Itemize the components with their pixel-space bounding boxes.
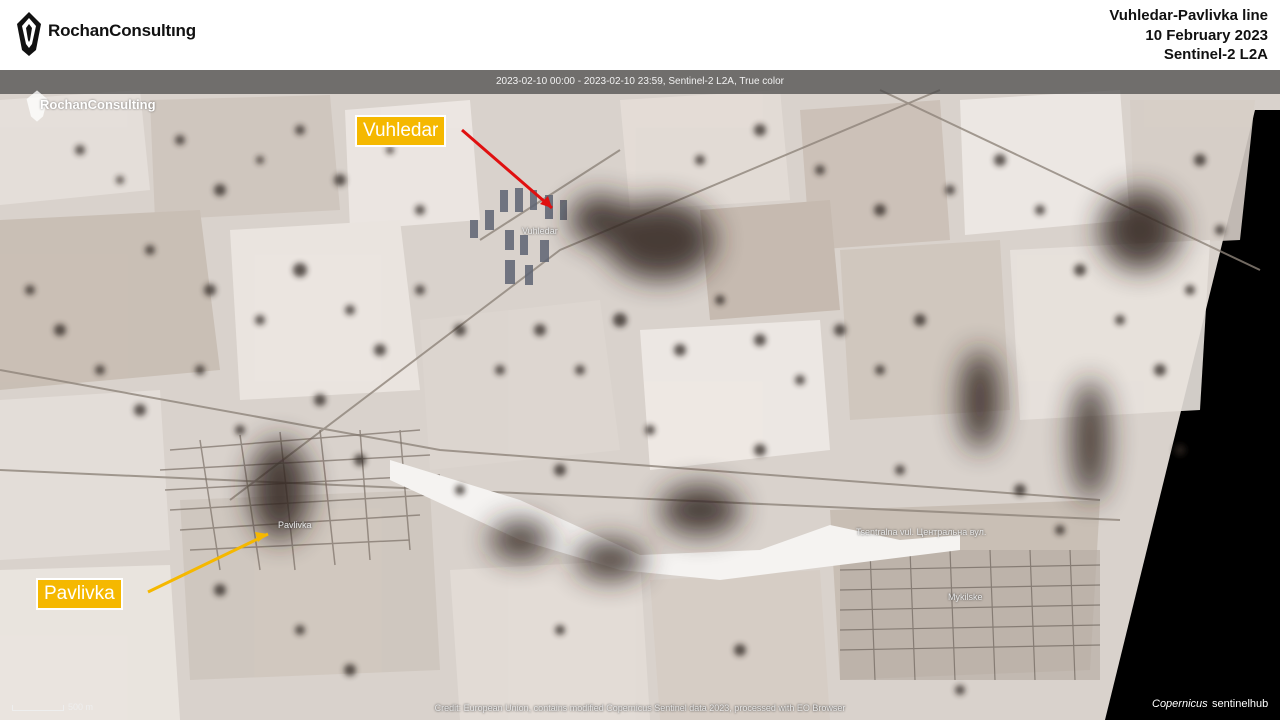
sentinelhub-logo: sentinelhub (1212, 698, 1269, 710)
rochan-logo-icon (17, 12, 41, 56)
credit-text: Credit: European Union, contains modifie… (434, 703, 846, 713)
satellite-caption-bar: 2023-02-10 00:00 - 2023-02-10 23:59, Sen… (0, 70, 1280, 94)
street-label: Tsentralna vul. Центральна вул. (856, 527, 987, 537)
place-label-vuhledar: Vuhledar (522, 226, 558, 236)
satellite-caption: 2023-02-10 00:00 - 2023-02-10 23:59, Sen… (496, 76, 784, 87)
brand-name: RochanConsultıng (48, 21, 196, 40)
vuhledar-callout: Vuhledar (355, 115, 447, 147)
place-label-pavlivka: Pavlivka (278, 520, 312, 530)
date-line: 10 February 2023 (1145, 26, 1268, 44)
satellite-map: 2023-02-10 00:00 - 2023-02-10 23:59, Sen… (0, 70, 1280, 720)
satellite-image (0, 70, 1280, 720)
source-line: Sentinel-2 L2A (1163, 46, 1268, 63)
title-block: Vuhledar-Pavlivka line 10 February 2023 … (1109, 6, 1268, 65)
header: RochanConsultıng Vuhledar-Pavlivka line … (0, 0, 1280, 70)
watermark-text: RochanConsulting (40, 97, 156, 112)
place-label-mykilske: Mykilske (948, 592, 983, 602)
copernicus-logo: Copernicus (1152, 698, 1208, 710)
pavlivka-callout: Pavlivka (36, 578, 123, 610)
title-line: Vuhledar-Pavlivka line (1109, 7, 1268, 24)
